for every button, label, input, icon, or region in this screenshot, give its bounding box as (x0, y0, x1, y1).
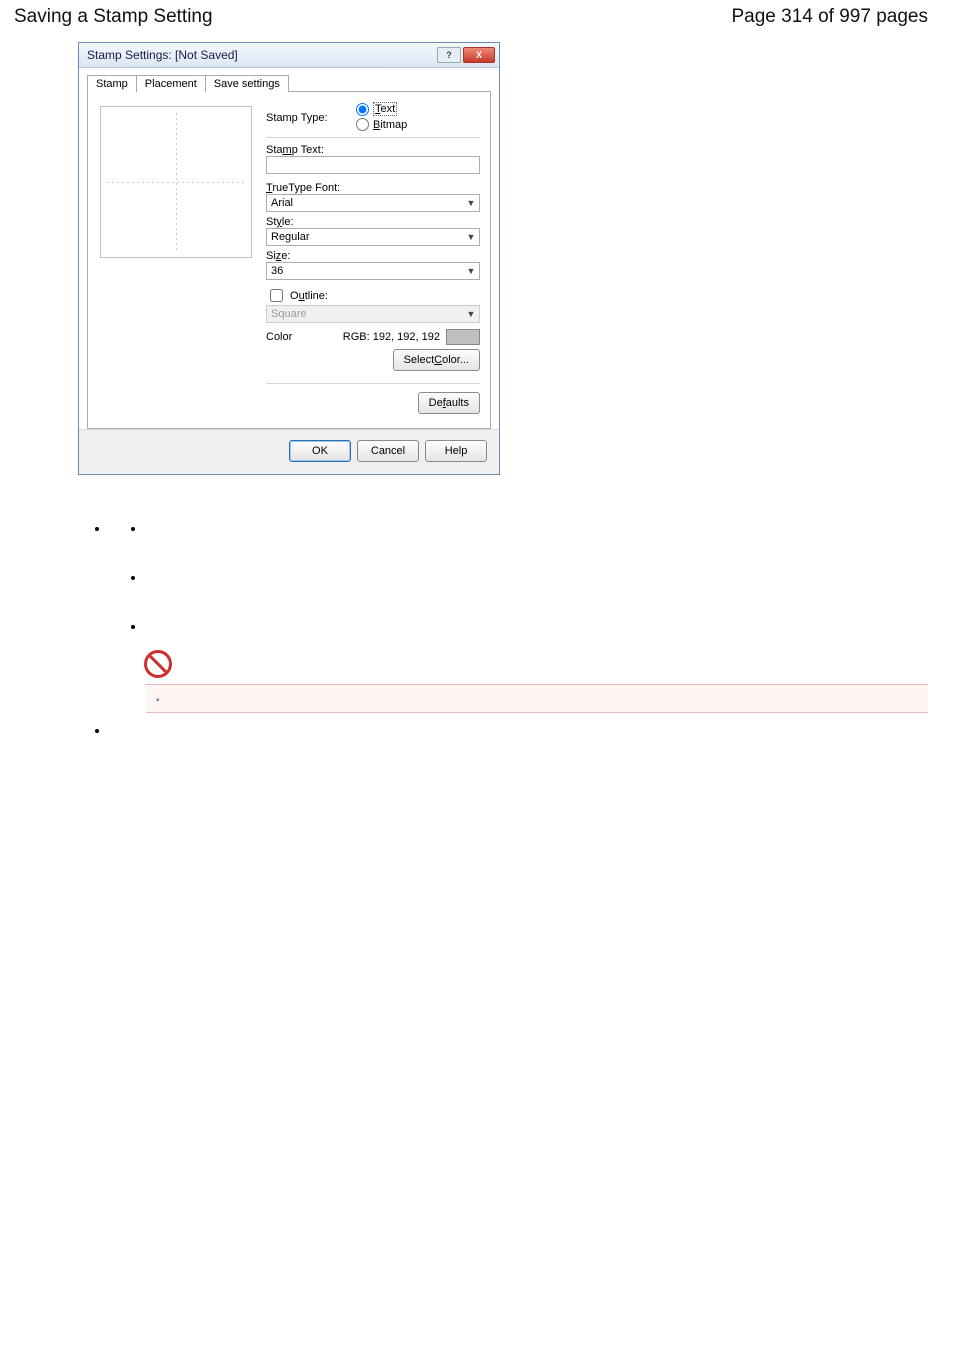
outline-shape-select: Square ▼ (266, 305, 480, 323)
radio-text[interactable]: Text (356, 102, 407, 116)
list-item (146, 570, 928, 585)
dialog-title: Stamp Settings: [Not Saved] (87, 48, 238, 62)
size-value: 36 (271, 265, 283, 277)
label-outline: Outline: (290, 290, 328, 302)
tab-stamp[interactable]: Stamp (87, 75, 137, 92)
size-select[interactable]: 36 ▼ (266, 262, 480, 280)
label-size: Size: (266, 250, 480, 262)
chevron-down-icon: ▼ (465, 232, 477, 242)
help-button[interactable]: Help (425, 440, 487, 462)
prohibited-icon (144, 650, 172, 678)
ok-button[interactable]: OK (289, 440, 351, 462)
label-stamp-text: Stamp Text: (266, 144, 480, 156)
list-item (146, 521, 928, 536)
outline-checkbox[interactable]: Outline: (266, 286, 480, 305)
page-count: Page 314 of 997 pages (731, 6, 928, 28)
outline-shape-value: Square (271, 308, 306, 320)
page-title-left: Saving a Stamp Setting (14, 6, 213, 28)
label-style: Style: (266, 216, 480, 228)
dialog-titlebar: Stamp Settings: [Not Saved] X (79, 43, 499, 68)
label-color: Color (266, 331, 316, 343)
cancel-button[interactable]: Cancel (357, 440, 419, 462)
color-value: RGB: 192, 192, 192 (316, 331, 446, 343)
stamp-preview (100, 106, 252, 258)
label-truetype-font: TrueType Font: (266, 182, 480, 194)
select-color-button[interactable]: Select Color... (393, 349, 480, 371)
radio-bitmap[interactable]: Bitmap (356, 118, 407, 131)
color-swatch (446, 329, 480, 345)
label-stamp-type: Stamp Type: (266, 112, 356, 124)
chevron-down-icon: ▼ (465, 198, 477, 208)
stamp-text-input[interactable] (266, 156, 480, 174)
list-item (146, 619, 928, 634)
chevron-down-icon: ▼ (465, 266, 477, 276)
outline-check-input[interactable] (270, 289, 283, 302)
style-select[interactable]: Regular ▼ (266, 228, 480, 246)
important-note: ▪ (146, 684, 928, 713)
list-item (110, 723, 928, 738)
style-value: Regular (271, 231, 310, 243)
stamp-settings-dialog: Stamp Settings: [Not Saved] X Stamp Plac… (78, 42, 500, 475)
defaults-button[interactable]: Defaults (418, 392, 480, 414)
chevron-down-icon: ▼ (465, 309, 477, 319)
tab-save-settings[interactable]: Save settings (205, 75, 289, 92)
list-item: ▪ (110, 521, 928, 713)
close-icon[interactable]: X (463, 47, 495, 63)
radio-bitmap-input[interactable] (356, 118, 369, 131)
help-icon[interactable] (437, 47, 461, 63)
radio-text-input[interactable] (356, 103, 369, 116)
font-value: Arial (271, 197, 293, 209)
font-select[interactable]: Arial ▼ (266, 194, 480, 212)
tab-placement[interactable]: Placement (136, 75, 206, 92)
